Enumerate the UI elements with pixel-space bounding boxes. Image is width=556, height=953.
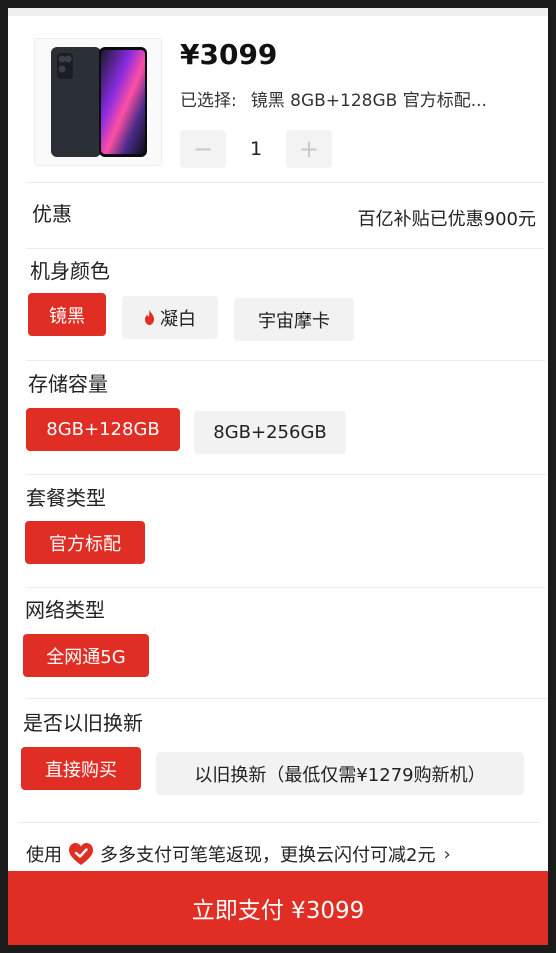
product-thumbnail[interactable] xyxy=(34,38,162,166)
payment-prefix: 使用 xyxy=(26,845,62,866)
discount-label: 优惠 xyxy=(32,202,72,226)
increase-quantity-button[interactable]: + xyxy=(286,130,332,168)
color-title: 机身颜色 xyxy=(30,259,110,283)
network-title: 网络类型 xyxy=(25,598,105,622)
divider xyxy=(26,698,548,699)
payment-promo[interactable]: 使用 多多支付可笔笔返现，更换云闪付可减2元 › xyxy=(26,837,546,871)
top-band xyxy=(8,8,548,16)
tradein-title: 是否以旧换新 xyxy=(23,711,143,735)
option-trade-in[interactable]: 以旧换新（最低仅需¥1279购新机） xyxy=(156,752,524,795)
package-title: 套餐类型 xyxy=(26,486,106,510)
option-storage-128[interactable]: 8GB+128GB xyxy=(26,408,180,451)
option-color-white[interactable]: 凝白 xyxy=(122,296,218,339)
divider xyxy=(26,248,544,249)
pay-now-button[interactable]: 立即支付 ¥3099 xyxy=(8,871,548,945)
option-direct-buy[interactable]: 直接购买 xyxy=(21,747,141,790)
discount-value: 百亿补贴已优惠900元 xyxy=(357,209,536,230)
storage-title: 存储容量 xyxy=(28,372,108,396)
divider xyxy=(26,474,546,475)
option-storage-256[interactable]: 8GB+256GB xyxy=(194,411,346,454)
sku-selector-sheet: ¥3099 已选择: 镜黑 8GB+128GB 官方标配... − 1 + 优惠 … xyxy=(8,8,548,945)
product-header: ¥3099 已选择: 镜黑 8GB+128GB 官方标配... − 1 + xyxy=(8,16,548,182)
selected-spec-value: 镜黑 8GB+128GB 官方标配... xyxy=(250,91,487,111)
chevron-right-icon: › xyxy=(443,843,451,865)
decrease-quantity-button[interactable]: − xyxy=(180,130,226,168)
divider xyxy=(18,822,540,823)
option-color-black[interactable]: 镜黑 xyxy=(28,293,106,336)
heart-icon xyxy=(69,843,93,865)
divider xyxy=(26,182,544,183)
quantity-stepper: − 1 + xyxy=(180,130,332,168)
flame-icon xyxy=(145,310,154,325)
option-package-standard[interactable]: 官方标配 xyxy=(25,521,145,564)
quantity-value[interactable]: 1 xyxy=(226,138,286,160)
option-network-5g[interactable]: 全网通5G xyxy=(23,634,149,677)
phone-thumbnail-icon xyxy=(51,47,147,157)
payment-promo-text: 多多支付可笔笔返现，更换云闪付可减2元 xyxy=(100,845,436,866)
option-color-white-label: 凝白 xyxy=(160,308,196,330)
selected-spec: 已选择: 镜黑 8GB+128GB 官方标配... xyxy=(180,86,530,111)
divider xyxy=(26,360,546,361)
divider xyxy=(26,587,546,588)
option-color-mocha[interactable]: 宇宙摩卡 xyxy=(234,298,354,341)
selected-spec-label: 已选择: xyxy=(180,91,237,111)
product-price: ¥3099 xyxy=(180,38,278,71)
